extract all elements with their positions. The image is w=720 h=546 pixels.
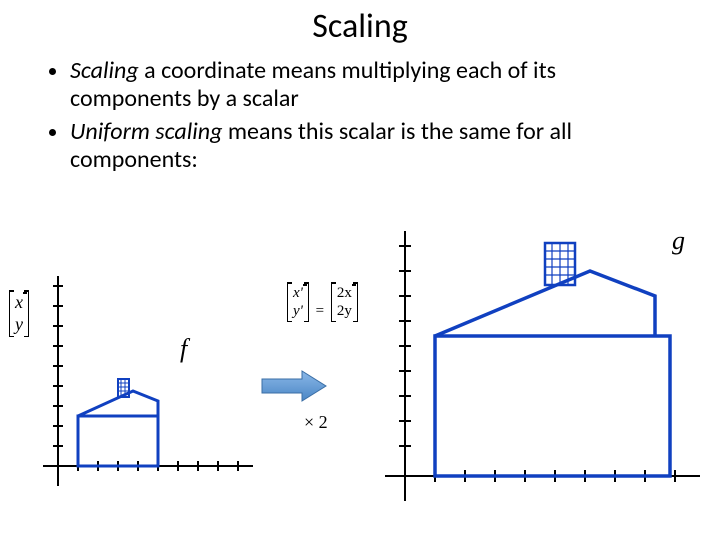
eq-right-r2: 2y bbox=[337, 302, 352, 320]
eq-sign: = bbox=[316, 303, 324, 319]
scale-factor-label: × 2 bbox=[304, 412, 328, 433]
bullet-1-italic: Scaling bbox=[70, 56, 139, 85]
bullet-list: Scaling a coordinate means multiplying e… bbox=[40, 57, 680, 173]
slide-title: Scaling bbox=[0, 6, 720, 47]
eq-left-r2: y' bbox=[293, 302, 303, 320]
house-small bbox=[78, 379, 158, 466]
scaling-equation: x' y' = 2x 2y bbox=[286, 282, 359, 322]
vec-xy-r1: x bbox=[15, 292, 23, 314]
bullet-1-rest: a coordinate means multiplying each of i… bbox=[70, 56, 556, 113]
house-large bbox=[435, 243, 670, 476]
left-grid bbox=[38, 266, 258, 496]
eq-left-r1: x' bbox=[293, 284, 303, 302]
right-grid bbox=[380, 221, 710, 511]
figure-area: g f × 2 x y x' y' = 2x 2y bbox=[0, 226, 720, 546]
eq-right-r1: 2x bbox=[337, 284, 352, 302]
bullet-2-italic: Uniform scaling bbox=[70, 117, 222, 146]
vec-xy-r2: y bbox=[15, 314, 23, 336]
bullet-1: Scaling a coordinate means multiplying e… bbox=[70, 57, 680, 112]
bullet-2: Uniform scaling means this scalar is the… bbox=[70, 118, 680, 173]
arrow-right-icon bbox=[260, 368, 330, 409]
vector-xy: x y bbox=[8, 290, 30, 337]
